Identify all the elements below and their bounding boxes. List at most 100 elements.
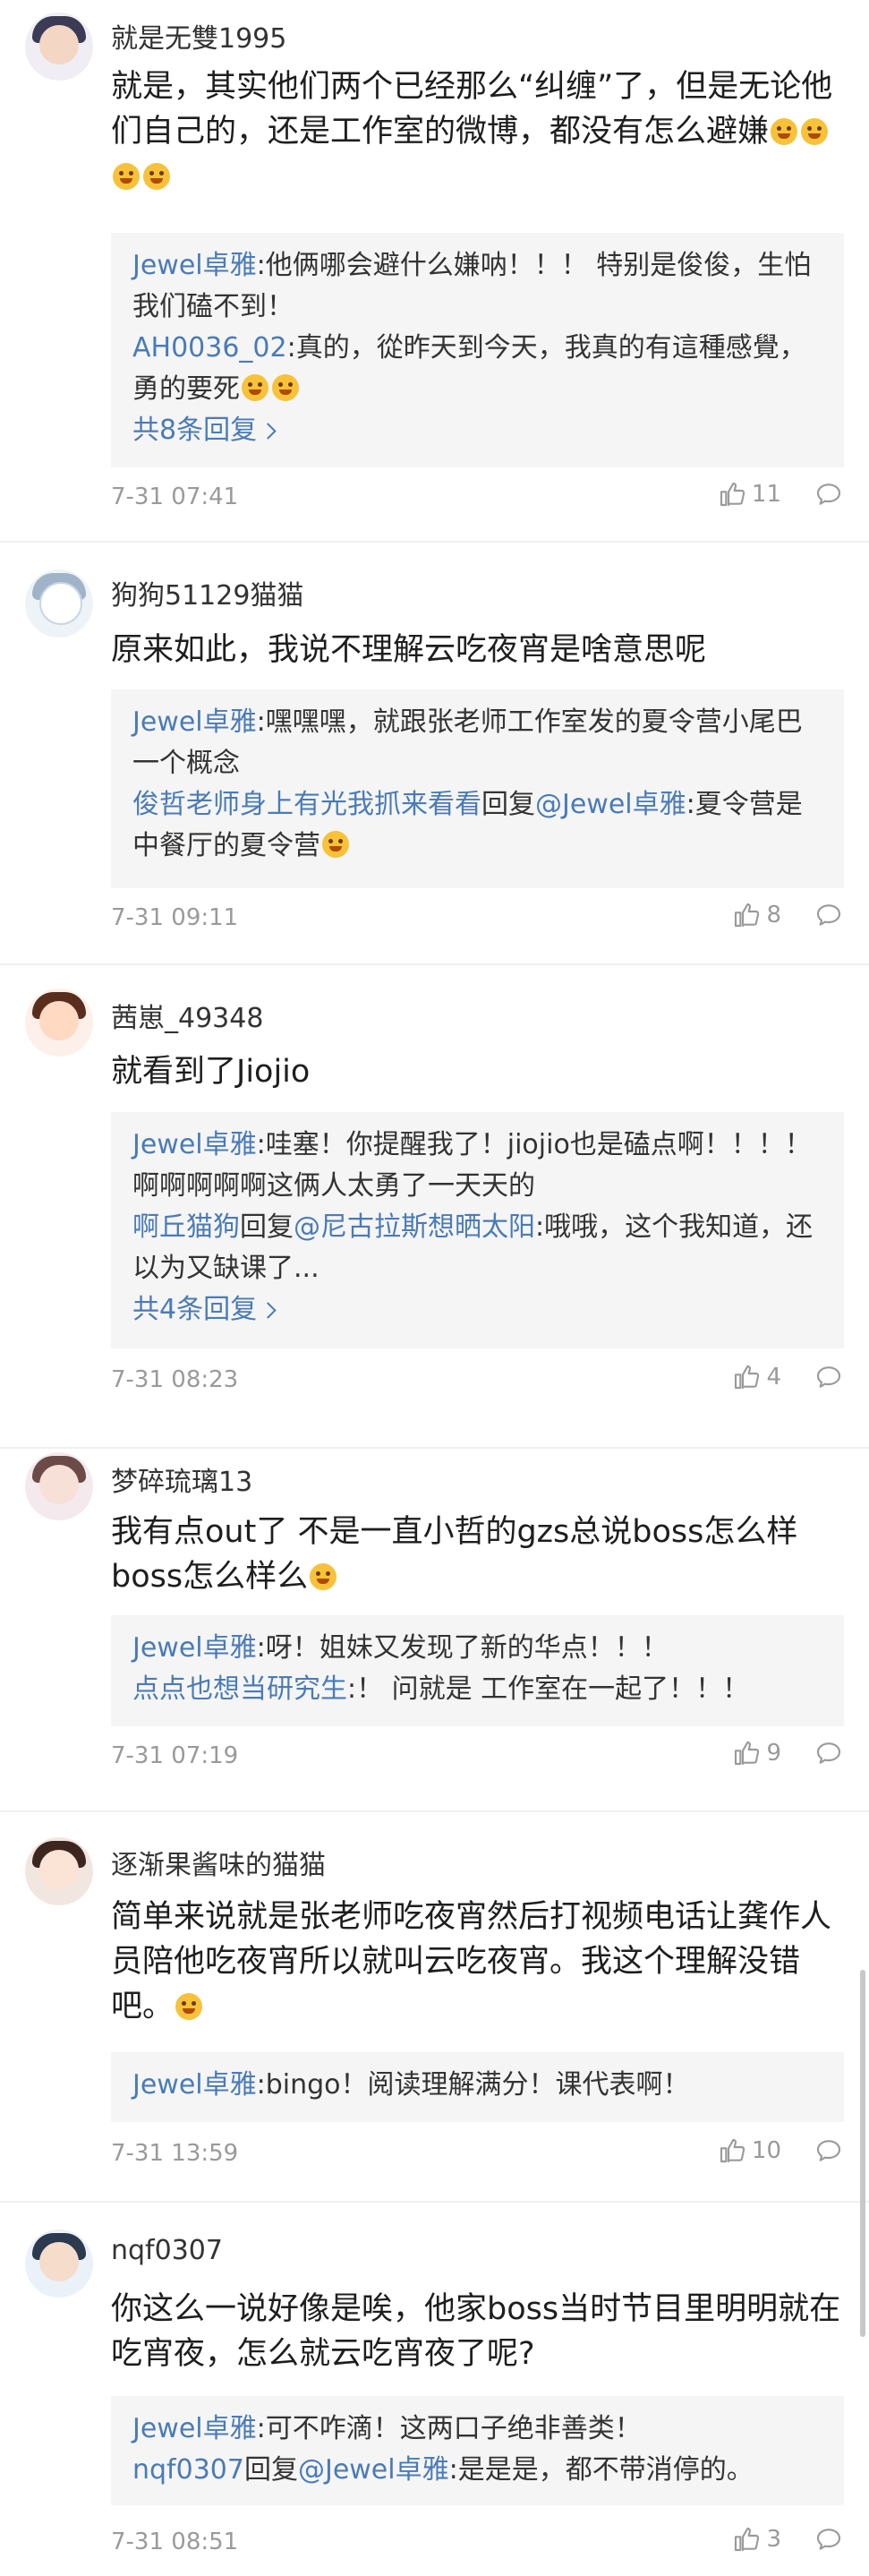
reply-box[interactable]: Jewel卓雅:bingo！阅读理解满分！课代表啊！	[111, 2052, 844, 2122]
like-count: 9	[766, 1740, 781, 1767]
reply-author[interactable]: Jewel卓雅	[132, 706, 257, 738]
reply-item[interactable]: Jewel卓雅:bingo！阅读理解满分！课代表啊！	[132, 2065, 822, 2106]
laugh-emoji-icon	[272, 374, 299, 401]
comment-text-content: 我有点out了 不是一直小哲的gzs总说boss怎么样boss怎么样么	[111, 1514, 798, 1595]
reply-item[interactable]: 俊哲老师身上有光我抓来看看回复@Jewel卓雅:夏令营是中餐厅的夏令营	[132, 784, 822, 867]
reply-author[interactable]: Jewel卓雅	[132, 1129, 257, 1160]
reply-item[interactable]: AH0036_02:真的，從昨天到今天，我真的有這種感覺，勇的要死	[132, 328, 822, 410]
timestamp: 7-31 07:41	[111, 484, 239, 510]
reply-box[interactable]: Jewel卓雅:可不咋滴！这两口子绝非善类！ nqf0307回复@Jewel卓雅…	[111, 2396, 844, 2505]
scrollbar[interactable]	[860, 1970, 865, 2337]
heart-eyes-emoji-icon	[322, 831, 349, 858]
username[interactable]: 梦碎琉璃13	[111, 1459, 252, 1499]
laugh-emoji-icon	[771, 118, 798, 145]
like-button[interactable]: 10	[718, 2136, 781, 2165]
like-button[interactable]: 11	[718, 480, 781, 509]
reply-comment-icon[interactable]	[814, 901, 844, 929]
more-replies-label[interactable]: 共4条回复	[132, 1289, 257, 1331]
reply-item[interactable]: Jewel卓雅:哇塞！你提醒我了！jiojio也是磕点啊！！！！ 啊啊啊啊啊这俩…	[132, 1125, 822, 1207]
more-replies-label[interactable]: 共8条回复	[132, 410, 257, 451]
reply-author[interactable]: Jewel卓雅	[132, 2069, 257, 2101]
thumbs-up-icon	[735, 903, 760, 928]
username[interactable]: nqf0307	[111, 2235, 223, 2266]
reply-word: 回复	[481, 789, 535, 820]
reply-item[interactable]: nqf0307回复@Jewel卓雅:是是是，都不带消停的。	[132, 2450, 822, 2491]
chevron-right-icon	[260, 1301, 277, 1319]
comment-6: nqf0307 你这么一说好像是唉，他家boss当时节目里明明就在吃宵夜，怎么就…	[0, 2201, 869, 2576]
reply-item[interactable]: Jewel卓雅:嘿嘿嘿，就跟张老师工作室发的夏令营小尾巴一个概念	[132, 702, 822, 784]
reply-item[interactable]: Jewel卓雅:呀！姐妹又发现了新的华点！！！	[132, 1628, 822, 1669]
reply-box[interactable]: Jewel卓雅:呀！姐妹又发现了新的华点！！！ 点点也想当研究生:！ 问就是 工…	[111, 1615, 844, 1726]
more-replies-link[interactable]: 共4条回复	[132, 1289, 277, 1331]
comment-meta: 7-31 08:51 3	[111, 2525, 844, 2561]
reply-item[interactable]: 啊丘猫狗回复@尼古拉斯想晒太阳:哦哦，这个我知道，还以为又缺课了...	[132, 1207, 822, 1289]
mention[interactable]: @尼古拉斯想晒太阳	[294, 1211, 535, 1243]
avatar[interactable]	[25, 1837, 93, 1905]
comment-text-content: 简单来说就是张老师吃夜宵然后打视频电话让龚作人员陪他吃夜宵所以就叫云吃夜宵。我这…	[111, 1899, 832, 2024]
reply-text: :！ 问就是 工作室在一起了！！！	[347, 1673, 750, 1705]
username[interactable]: 茜崽_49348	[111, 996, 263, 1035]
avatar[interactable]	[25, 1452, 93, 1520]
reply-text: :呀！姐妹又发现了新的华点！！！	[256, 1632, 669, 1664]
username[interactable]: 就是无雙1995	[111, 16, 286, 56]
thumbs-up-icon	[735, 1365, 760, 1390]
comment-meta: 7-31 13:59 10	[111, 2136, 844, 2172]
comment-meta: 7-31 07:19 9	[111, 1739, 844, 1775]
mention[interactable]: @Jewel卓雅	[298, 2454, 449, 2486]
reply-author[interactable]: 啊丘猫狗	[132, 1211, 240, 1243]
timestamp: 7-31 09:11	[111, 904, 239, 931]
like-count: 8	[766, 902, 781, 929]
timestamp: 7-31 08:23	[111, 1366, 239, 1393]
like-button[interactable]: 8	[732, 901, 781, 929]
like-count: 3	[766, 2526, 781, 2553]
reply-author[interactable]: 俊哲老师身上有光我抓来看看	[132, 789, 481, 820]
timestamp: 7-31 08:51	[111, 2529, 239, 2555]
comment-text: 我有点out了 不是一直小哲的gzs总说boss怎么样boss怎么样么	[111, 1510, 844, 1599]
comment-4: 梦碎琉璃13 我有点out了 不是一直小哲的gzs总说boss怎么样boss怎么…	[0, 1447, 869, 1812]
comment-meta: 7-31 09:11 8	[111, 901, 844, 937]
reply-comment-icon[interactable]	[814, 2136, 844, 2165]
reply-author[interactable]: AH0036_02	[132, 332, 287, 364]
reply-comment-icon[interactable]	[814, 1739, 844, 1767]
reply-item[interactable]: Jewel卓雅:可不咋滴！这两口子绝非善类！	[132, 2409, 822, 2450]
comment-text: 就是，其实他们两个已经那么“纠缠”了，但是无论他们自己的，还是工作室的微博，都没…	[111, 64, 844, 199]
username[interactable]: 逐渐果酱味的猫猫	[111, 1843, 326, 1882]
like-count: 11	[751, 481, 781, 508]
comment-text-content: 就是，其实他们两个已经那么“纠缠”了，但是无论他们自己的，还是工作室的微博，都没…	[111, 69, 833, 150]
comment-text: 你这么一说好像是唉，他家boss当时节目里明明就在吃宵夜，怎么就云吃宵夜了呢?	[111, 2291, 841, 2372]
more-replies-link[interactable]: 共8条回复	[132, 410, 277, 451]
laugh-emoji-icon	[242, 374, 268, 401]
avatar[interactable]	[25, 13, 93, 81]
laugh-emoji-icon	[801, 118, 829, 145]
avatar[interactable]	[25, 2229, 93, 2298]
username[interactable]: 狗狗51129猫猫	[111, 573, 303, 612]
reply-box[interactable]: Jewel卓雅:嘿嘿嘿，就跟张老师工作室发的夏令营小尾巴一个概念 俊哲老师身上有…	[111, 689, 844, 888]
reply-text: :可不咋滴！这两口子绝非善类！	[256, 2413, 642, 2444]
reply-author[interactable]: Jewel卓雅	[132, 1632, 257, 1664]
reply-item[interactable]: Jewel卓雅:他俩哪会避什么嫌呐！！！ 特别是俊俊，生怕我们磕不到！	[132, 245, 822, 328]
reply-box[interactable]: Jewel卓雅:他俩哪会避什么嫌呐！！！ 特别是俊俊，生怕我们磕不到！ AH00…	[111, 233, 844, 467]
avatar[interactable]	[25, 988, 93, 1057]
reply-item[interactable]: 点点也想当研究生:！ 问就是 工作室在一起了！！！	[132, 1669, 822, 1710]
reply-author[interactable]: 点点也想当研究生	[132, 1673, 347, 1705]
comment-text: 就看到了Jiojio	[111, 1054, 311, 1090]
thumbs-up-icon	[735, 1741, 760, 1766]
reply-author[interactable]: Jewel卓雅	[132, 2413, 257, 2444]
comment-text: 原来如此，我说不理解云吃夜宵是啥意思呢	[111, 632, 707, 668]
mention[interactable]: @Jewel卓雅	[535, 789, 686, 820]
avatar[interactable]	[25, 569, 93, 638]
reply-comment-icon[interactable]	[814, 1363, 844, 1391]
like-button[interactable]: 4	[732, 1363, 781, 1391]
dog-emoji-icon	[175, 1993, 203, 2020]
chevron-right-icon	[260, 422, 277, 440]
reply-comment-icon[interactable]	[814, 2525, 844, 2554]
reply-box[interactable]: Jewel卓雅:哇塞！你提醒我了！jiojio也是磕点啊！！！！ 啊啊啊啊啊这俩…	[111, 1112, 844, 1348]
thumbs-up-icon	[720, 482, 745, 507]
reply-comment-icon[interactable]	[814, 480, 844, 509]
reply-author[interactable]: Jewel卓雅	[132, 250, 257, 281]
reply-text: :bingo！阅读理解满分！课代表啊！	[256, 2069, 690, 2101]
reply-author[interactable]: nqf0307	[132, 2454, 244, 2486]
like-count: 4	[766, 1364, 781, 1391]
like-button[interactable]: 9	[732, 1739, 781, 1767]
like-button[interactable]: 3	[732, 2525, 781, 2554]
